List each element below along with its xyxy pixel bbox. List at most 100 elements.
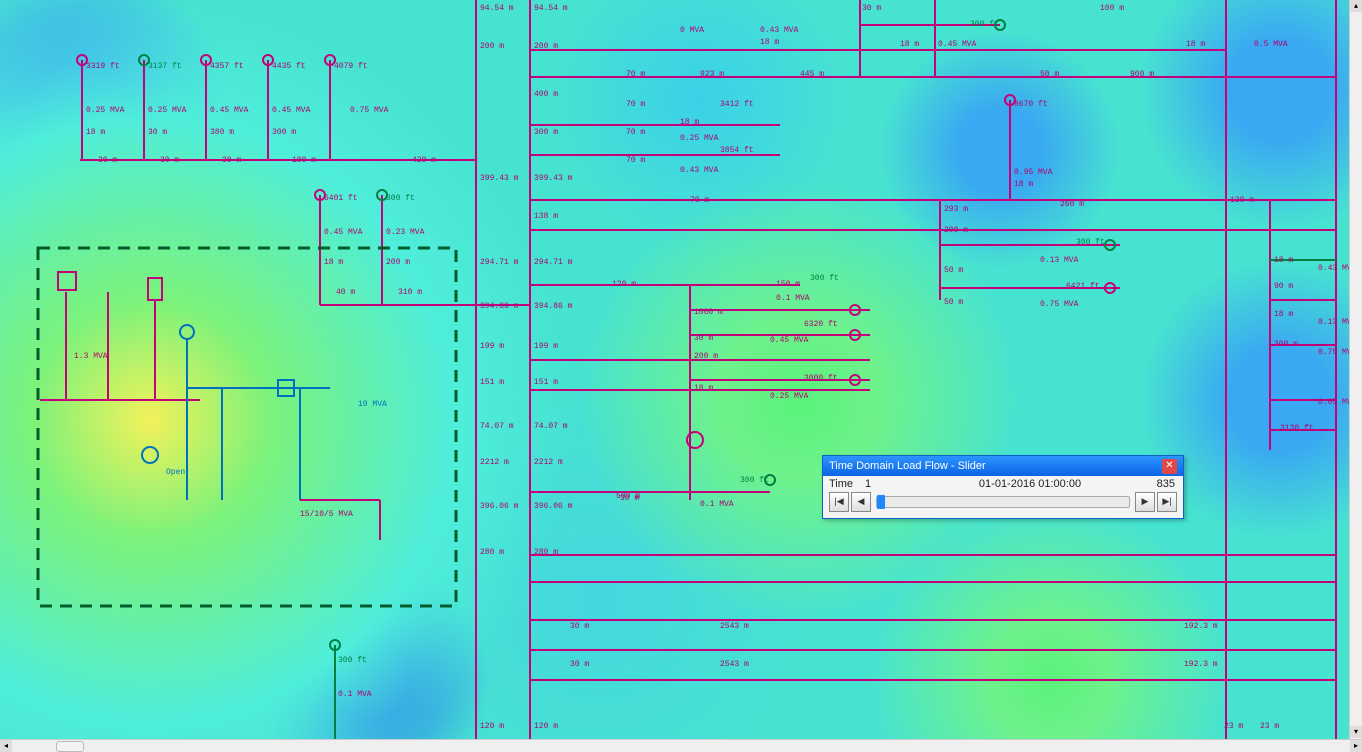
slider-thumb[interactable]	[877, 495, 885, 509]
lbl: 18 m	[86, 128, 105, 137]
lbl: 3130 ft	[1280, 424, 1314, 433]
close-icon[interactable]: ✕	[1162, 459, 1177, 474]
lbl: 3412 ft	[720, 100, 754, 109]
lbl: 0.43 MVA	[680, 166, 718, 175]
hscroll-thumb[interactable]	[56, 741, 84, 752]
lbl: 40 m	[336, 288, 355, 297]
lbl: 0.43 MVA	[1318, 264, 1352, 273]
lbl: 0.13 MVA	[1040, 256, 1078, 265]
lbl: 399.43 m	[534, 174, 572, 183]
lbl: 3854 ft	[720, 146, 754, 155]
lbl: 18 m	[900, 40, 919, 49]
lbl: 74.07 m	[480, 422, 514, 431]
slider-track[interactable]	[876, 496, 1130, 508]
lbl: 380 m	[210, 128, 234, 137]
first-button[interactable]: |◀	[829, 492, 849, 512]
network-diagram	[0, 0, 1352, 740]
lbl: 90 m	[1274, 282, 1293, 291]
lbl: 30 m	[570, 660, 589, 669]
lbl: 3137 ft	[148, 62, 182, 71]
lbl: 0.45 MVA	[938, 40, 976, 49]
prev-button[interactable]: ◀	[851, 492, 871, 512]
lbl: 0.45 MVA	[324, 228, 362, 237]
lbl: 70 m	[690, 196, 709, 205]
lbl: 400 m	[534, 90, 558, 99]
scroll-down-icon[interactable]: ▾	[1350, 726, 1362, 738]
lbl: 18 m	[1186, 40, 1205, 49]
scroll-up-icon[interactable]: ▴	[1350, 0, 1362, 12]
lbl: 300 ft	[386, 194, 415, 203]
lbl: 0.75 MVA	[1318, 348, 1352, 357]
lbl: 1000 m	[694, 308, 723, 317]
lbl: 6320 ft	[804, 320, 838, 329]
lbl: 120 m	[534, 722, 558, 731]
lbl: 15/10/5 MVA	[300, 510, 353, 519]
lbl: 310 m	[398, 288, 422, 297]
scroll-left-icon[interactable]: ◂	[0, 740, 12, 752]
lbl: 200 m	[694, 352, 718, 361]
lbl: 294.71 m	[480, 258, 518, 267]
slider-titlebar[interactable]: Time Domain Load Flow - Slider ✕	[823, 456, 1183, 476]
lbl: 3319 ft	[86, 62, 120, 71]
lbl: 0.1 MVA	[776, 294, 810, 303]
lbl: 18 m	[1274, 256, 1293, 265]
lbl: 138 m	[534, 212, 558, 221]
lbl: 280 m	[534, 548, 558, 557]
lbl: 100 m	[1100, 4, 1124, 13]
lbl: 199 m	[480, 342, 504, 351]
horizontal-scrollbar[interactable]: ◂ ▸	[0, 739, 1362, 752]
hscroll-track[interactable]	[12, 740, 1350, 752]
lbl: 399.43 m	[480, 174, 518, 183]
lbl: 2212 m	[534, 458, 563, 467]
next-button[interactable]: ▶	[1135, 492, 1155, 512]
lbl: 294.71 m	[534, 258, 572, 267]
lbl: 0.13 MVA	[1318, 318, 1352, 327]
lbl: 900 m	[1130, 70, 1154, 79]
time-slider-window[interactable]: Time Domain Load Flow - Slider ✕ Time 1 …	[822, 455, 1184, 519]
lbl: 300 m	[534, 128, 558, 137]
lbl: 0.75 MVA	[350, 106, 388, 115]
lbl: 300 m	[1274, 340, 1298, 349]
time-date: 01-01-2016 01:00:00	[925, 478, 1135, 490]
lbl: 0.45 MVA	[272, 106, 310, 115]
lbl: 120 m	[480, 722, 504, 731]
lbl: 0.45 MVA	[210, 106, 248, 115]
lbl: 300 ft	[338, 656, 367, 665]
lbl: 8670 ft	[1014, 100, 1048, 109]
lbl: 192.3 m	[1184, 660, 1218, 669]
lbl: 420 m	[412, 156, 436, 165]
lbl: 30 m	[862, 4, 881, 13]
vertical-scrollbar[interactable]: ▴ ▾	[1349, 0, 1362, 740]
lbl: 0.05 MVA	[1318, 398, 1352, 407]
time-value: 1	[865, 478, 925, 490]
last-button[interactable]: ▶|	[1157, 492, 1177, 512]
lbl: 500 m	[616, 492, 640, 501]
time-max: 835	[1135, 478, 1177, 490]
lbl: 18 m	[680, 118, 699, 127]
lbl: 18 m	[1274, 310, 1293, 319]
lbl: 30 m	[160, 156, 179, 165]
lbl: 94.54 m	[480, 4, 514, 13]
lbl: 300 ft	[1076, 238, 1105, 247]
lbl: 280 m	[480, 548, 504, 557]
lbl: 30 m	[98, 156, 117, 165]
lbl: 445 m	[800, 70, 824, 79]
lbl: 0.1 MVA	[338, 690, 372, 699]
lbl: 4357 ft	[210, 62, 244, 71]
lbl: 30 m	[694, 334, 713, 343]
lbl: 18 m	[324, 258, 343, 267]
lbl: 200 m	[534, 42, 558, 51]
lbl: 23 m	[1260, 722, 1279, 731]
lbl: 0.75 MVA	[1040, 300, 1078, 309]
lbl: 30 m	[222, 156, 241, 165]
scroll-right-icon[interactable]: ▸	[1350, 740, 1362, 752]
lbl: 200 m	[944, 226, 968, 235]
lbl: 1.3 MVA	[74, 352, 108, 361]
diagram-canvas[interactable]: 3319 ft 0.25 MVA 18 m 30 m 3137 ft 0.25 …	[0, 0, 1352, 740]
lbl: 18 m	[1014, 180, 1033, 189]
lbl: 2543 m	[720, 660, 749, 669]
lbl: 394.86 m	[480, 302, 518, 311]
time-label: Time	[829, 478, 865, 490]
lbl: 100 m	[292, 156, 316, 165]
lbl: 4079 ft	[334, 62, 368, 71]
